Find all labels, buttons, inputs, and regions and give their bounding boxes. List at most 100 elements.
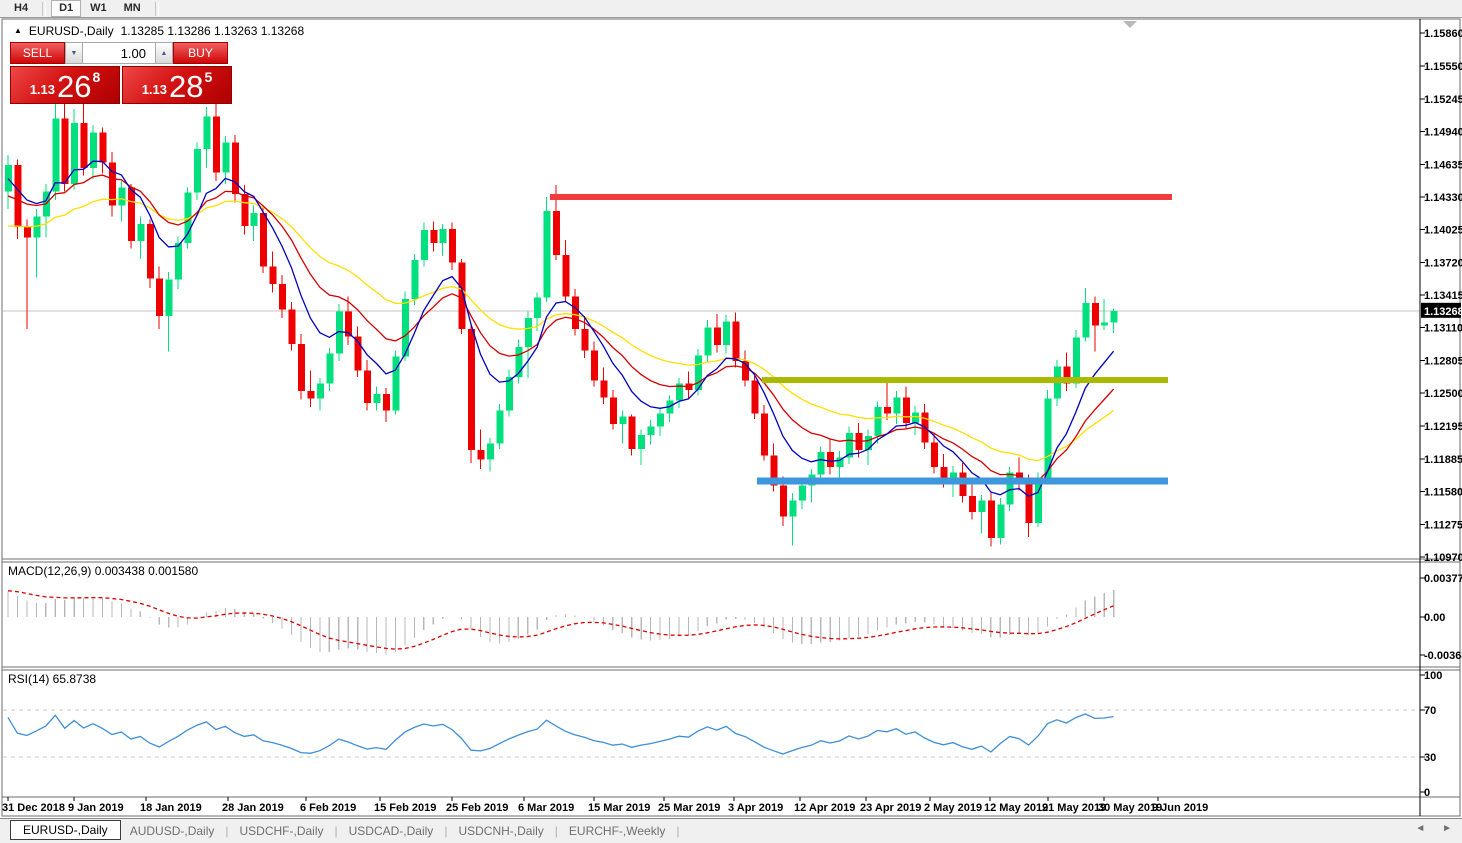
buy-price-pip: 5 <box>205 69 213 85</box>
bull-candle <box>194 149 201 193</box>
bear-candle <box>298 344 305 391</box>
bear-candle <box>459 262 466 328</box>
chart-tab-usdcad-daily[interactable]: USDCAD-,Daily <box>340 821 443 841</box>
bull-candle <box>1007 472 1014 504</box>
price-axis-label: 1.10970 <box>1424 552 1462 564</box>
bear-candle <box>14 165 21 227</box>
tab-separator: | <box>335 824 338 838</box>
bull-candle <box>978 500 985 512</box>
buy-price-button[interactable]: 1.13 28 5 <box>122 66 232 104</box>
bear-candle <box>931 442 938 467</box>
bull-candle <box>1073 337 1080 383</box>
bear-candle <box>213 117 220 173</box>
bear-candle <box>232 142 239 193</box>
bull-candle <box>789 500 796 516</box>
bear-candle <box>156 278 163 316</box>
volume-increase-button[interactable]: ▲ <box>155 42 173 64</box>
chart-symbol-period: EURUSD-,Daily <box>29 24 114 38</box>
bull-candle <box>203 117 210 149</box>
timeframe-button-w1[interactable]: W1 <box>82 0 115 17</box>
bull-candle <box>1101 322 1108 325</box>
bear-candle <box>307 391 314 399</box>
date-axis-label: 15 Feb 2019 <box>374 802 436 814</box>
date-axis-label: 9 Jun 2019 <box>1152 802 1208 814</box>
date-axis-label: 25 Feb 2019 <box>446 802 508 814</box>
bull-candle <box>166 280 173 316</box>
scroll-left-icon[interactable]: ◄ <box>1415 823 1425 834</box>
bear-candle <box>364 371 371 403</box>
bull-candle <box>544 211 551 298</box>
timeframe-button-d1[interactable]: D1 <box>51 0 81 17</box>
toolbar-separator <box>42 2 46 16</box>
bear-candle <box>289 310 296 344</box>
bear-candle <box>128 187 135 241</box>
price-axis-label: 1.11885 <box>1424 454 1462 466</box>
bull-candle <box>440 229 447 243</box>
bull-candle <box>912 412 919 423</box>
bear-candle <box>62 119 69 184</box>
bull-candle <box>997 505 1004 538</box>
sell-price-button[interactable]: 1.13 26 8 <box>10 66 120 104</box>
price-axis-label: 1.14940 <box>1424 127 1462 139</box>
price-axis-label: 1.14025 <box>1424 225 1462 237</box>
support-resistance-line[interactable] <box>757 478 1168 485</box>
chart-tab-eurchf-weekly[interactable]: EURCHF-,Weekly <box>560 821 674 841</box>
price-axis-label: 1.11275 <box>1424 519 1462 531</box>
macd-axis-label: 0.00 <box>1424 612 1445 624</box>
date-axis-label: 6 Mar 2019 <box>518 802 574 814</box>
bull-candle <box>723 321 730 345</box>
bull-candle <box>638 435 645 449</box>
bear-candle <box>563 255 570 297</box>
bull-candle <box>71 123 78 184</box>
volume-input[interactable] <box>83 42 155 64</box>
toolbar-separator <box>155 2 159 16</box>
bear-candle <box>988 500 995 538</box>
support-resistance-line[interactable] <box>550 194 1172 200</box>
timeframe-button-h4[interactable]: H4 <box>6 0 36 17</box>
volume-decrease-button[interactable]: ▼ <box>65 42 83 64</box>
chart-tab-eurusd-daily[interactable]: EURUSD-,Daily <box>10 820 121 840</box>
bear-candle <box>241 194 248 226</box>
bear-candle <box>600 380 607 397</box>
bull-candle <box>496 410 503 443</box>
chart-tab-audusd-daily[interactable]: AUDUSD-,Daily <box>121 821 224 841</box>
macd-indicator-label: MACD(12,26,9) 0.003438 0.001580 <box>8 564 198 578</box>
bull-candle <box>865 436 872 450</box>
macd-axis-label: 0.003777 <box>1424 573 1462 585</box>
sell-button[interactable]: SELL <box>10 42 65 64</box>
bear-candle <box>260 213 267 267</box>
buy-price-prefix: 1.13 <box>142 82 167 97</box>
scroll-right-icon[interactable]: ► <box>1442 823 1452 834</box>
bear-candle <box>969 496 976 512</box>
price-axis-label: 1.11580 <box>1424 487 1462 499</box>
sell-price-main: 26 <box>57 72 91 102</box>
chart-tab-usdcnh-daily[interactable]: USDCNH-,Daily <box>449 821 552 841</box>
bear-candle <box>478 450 485 460</box>
bear-candle <box>884 407 891 413</box>
buy-price-main: 28 <box>169 72 203 102</box>
rsi-axis-label: 100 <box>1424 670 1442 682</box>
bear-candle <box>714 328 721 345</box>
date-axis-label: 9 Jan 2019 <box>68 802 124 814</box>
bull-candle <box>534 298 541 318</box>
price-axis-label: 1.15245 <box>1424 94 1462 106</box>
date-axis-label: 18 Jan 2019 <box>140 802 202 814</box>
buy-button[interactable]: BUY <box>173 42 228 64</box>
tab-scroll-arrows: ◄ ► <box>1401 823 1452 834</box>
bull-candle <box>137 224 144 241</box>
bull-candle <box>648 426 655 435</box>
support-resistance-line[interactable] <box>762 377 1168 383</box>
timeframe-button-mn[interactable]: MN <box>116 0 149 17</box>
price-axis-label: 1.12195 <box>1424 421 1462 433</box>
collapse-icon[interactable]: ▲ <box>14 26 22 35</box>
sell-price-pip: 8 <box>93 69 101 85</box>
bull-candle <box>222 142 229 172</box>
bull-candle <box>317 383 324 398</box>
rsi-axis-label: 30 <box>1424 752 1436 764</box>
chart-tab-usdchf-daily[interactable]: USDCHF-,Daily <box>231 821 333 841</box>
price-chart-canvas[interactable]: 1.158601.155501.152451.149401.146351.143… <box>0 0 1462 843</box>
chart-ohlc-values: 1.13285 1.13286 1.13263 1.13268 <box>121 24 305 38</box>
price-axis-label: 1.12500 <box>1424 388 1462 400</box>
price-axis-label: 1.15550 <box>1424 61 1462 73</box>
bear-candle <box>1026 484 1033 523</box>
